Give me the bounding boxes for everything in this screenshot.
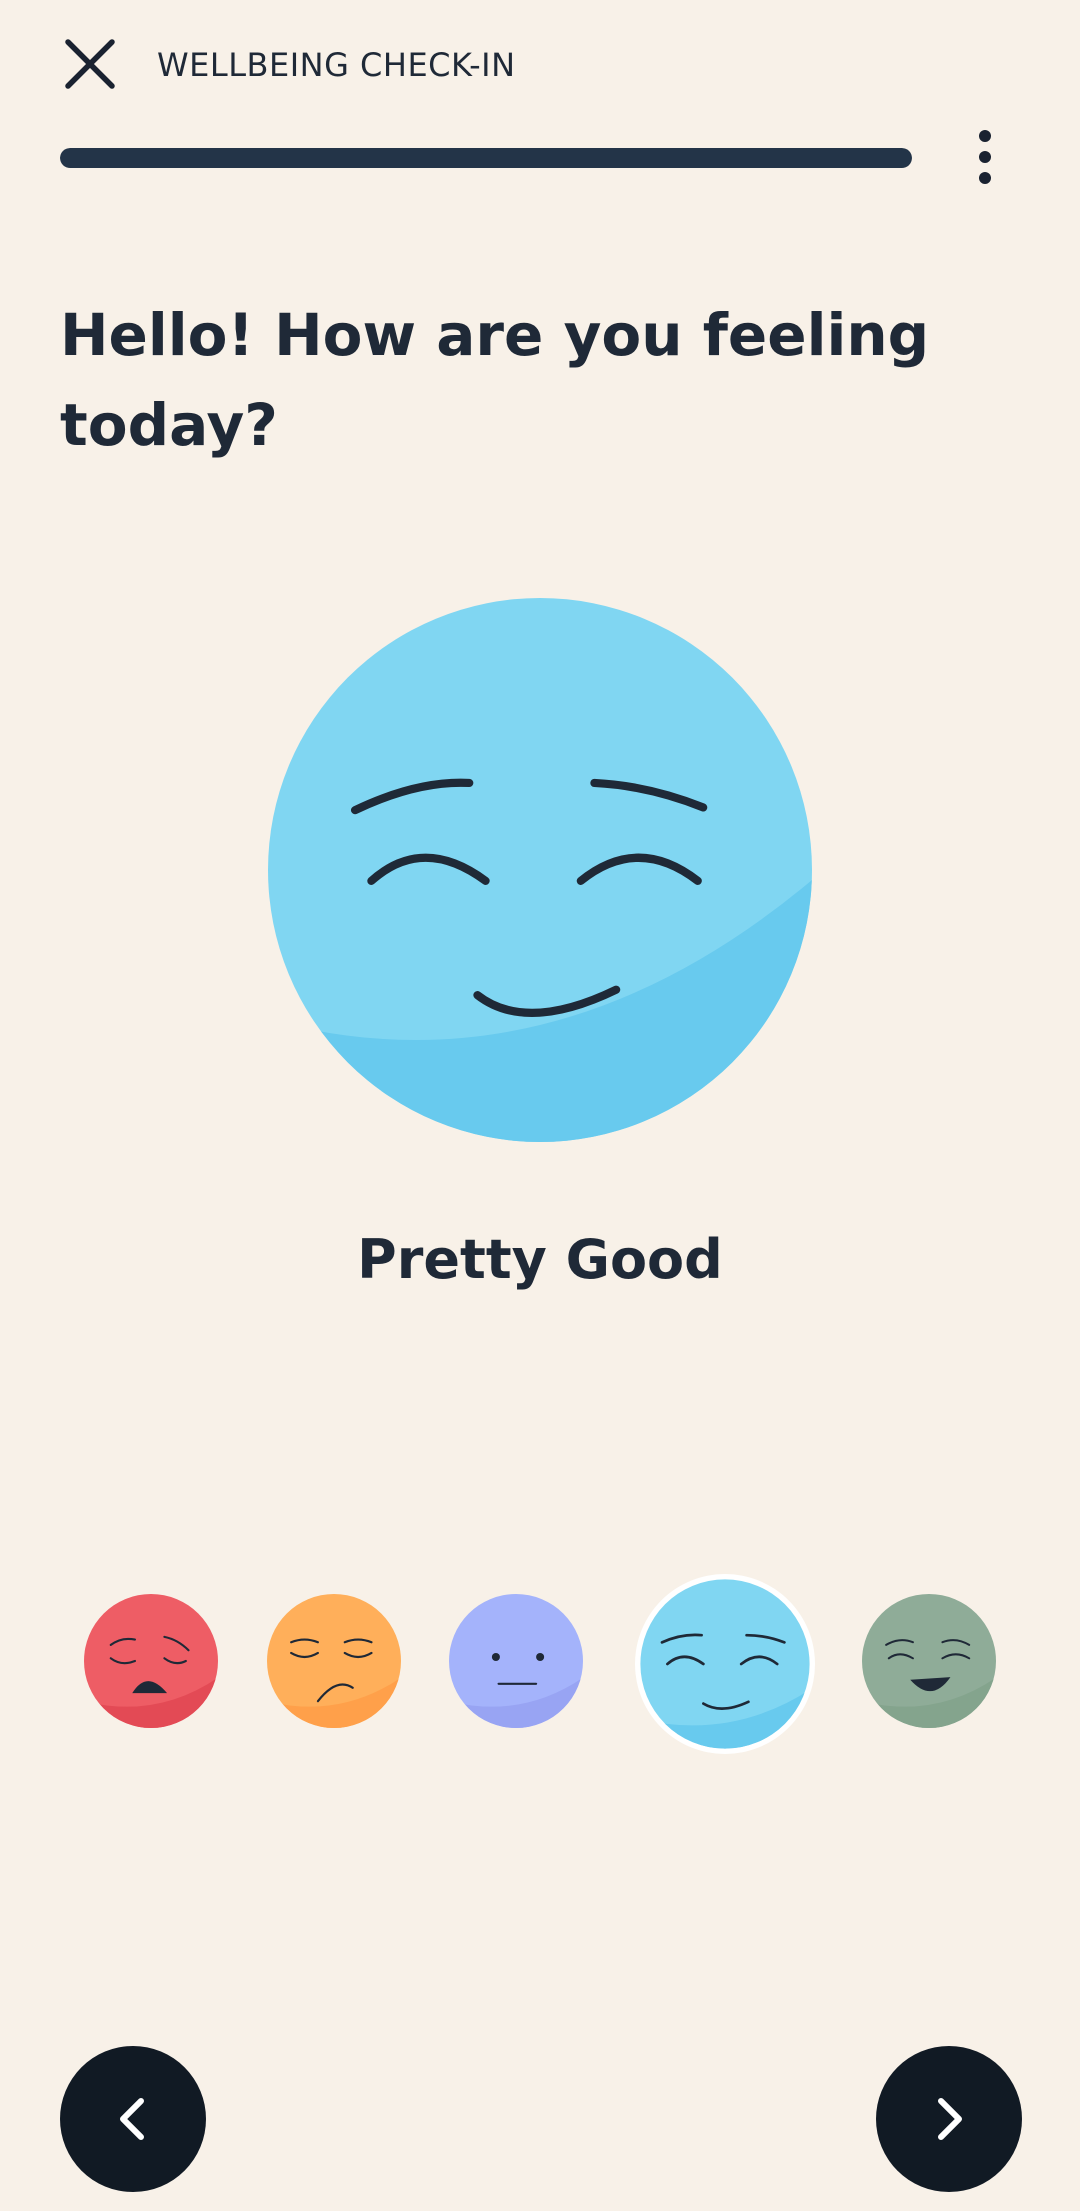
- chevron-left-icon: [120, 2098, 144, 2140]
- pretty-good-mood-icon: [640, 1579, 810, 1749]
- very-bad-mood-icon: [84, 1594, 218, 1728]
- close-icon: [65, 39, 115, 89]
- more-vertical-icon-dot: [979, 172, 991, 184]
- next-button[interactable]: [876, 2046, 1022, 2192]
- mood-option-very-bad[interactable]: [84, 1594, 218, 1728]
- selected-mood-face: [268, 598, 812, 1142]
- back-button[interactable]: [60, 2046, 206, 2192]
- question-heading: Hello! How are you feeling today?: [60, 301, 930, 459]
- mood-option-great[interactable]: [862, 1594, 996, 1728]
- progress-fill: [60, 148, 912, 168]
- mood-option-neutral[interactable]: [449, 1594, 583, 1728]
- mood-option-pretty-good[interactable]: [635, 1574, 815, 1754]
- progress-bar: [60, 148, 912, 168]
- neutral-mood-icon: [449, 1594, 583, 1728]
- pretty-good-face-icon: [268, 598, 812, 1142]
- page-title: WELLBEING CHECK-IN: [157, 46, 516, 84]
- bad-mood-icon: [267, 1594, 401, 1728]
- header: WELLBEING CHECK-IN: [0, 0, 1080, 140]
- chevron-right-icon: [938, 2098, 962, 2140]
- more-options-button[interactable]: [960, 124, 1010, 190]
- great-mood-icon: [862, 1594, 996, 1728]
- more-vertical-icon: [979, 130, 991, 142]
- mood-option-bad[interactable]: [267, 1594, 401, 1728]
- more-vertical-icon-dot: [979, 151, 991, 163]
- close-button[interactable]: [56, 30, 124, 98]
- selected-mood-label: Pretty Good: [357, 1228, 723, 1291]
